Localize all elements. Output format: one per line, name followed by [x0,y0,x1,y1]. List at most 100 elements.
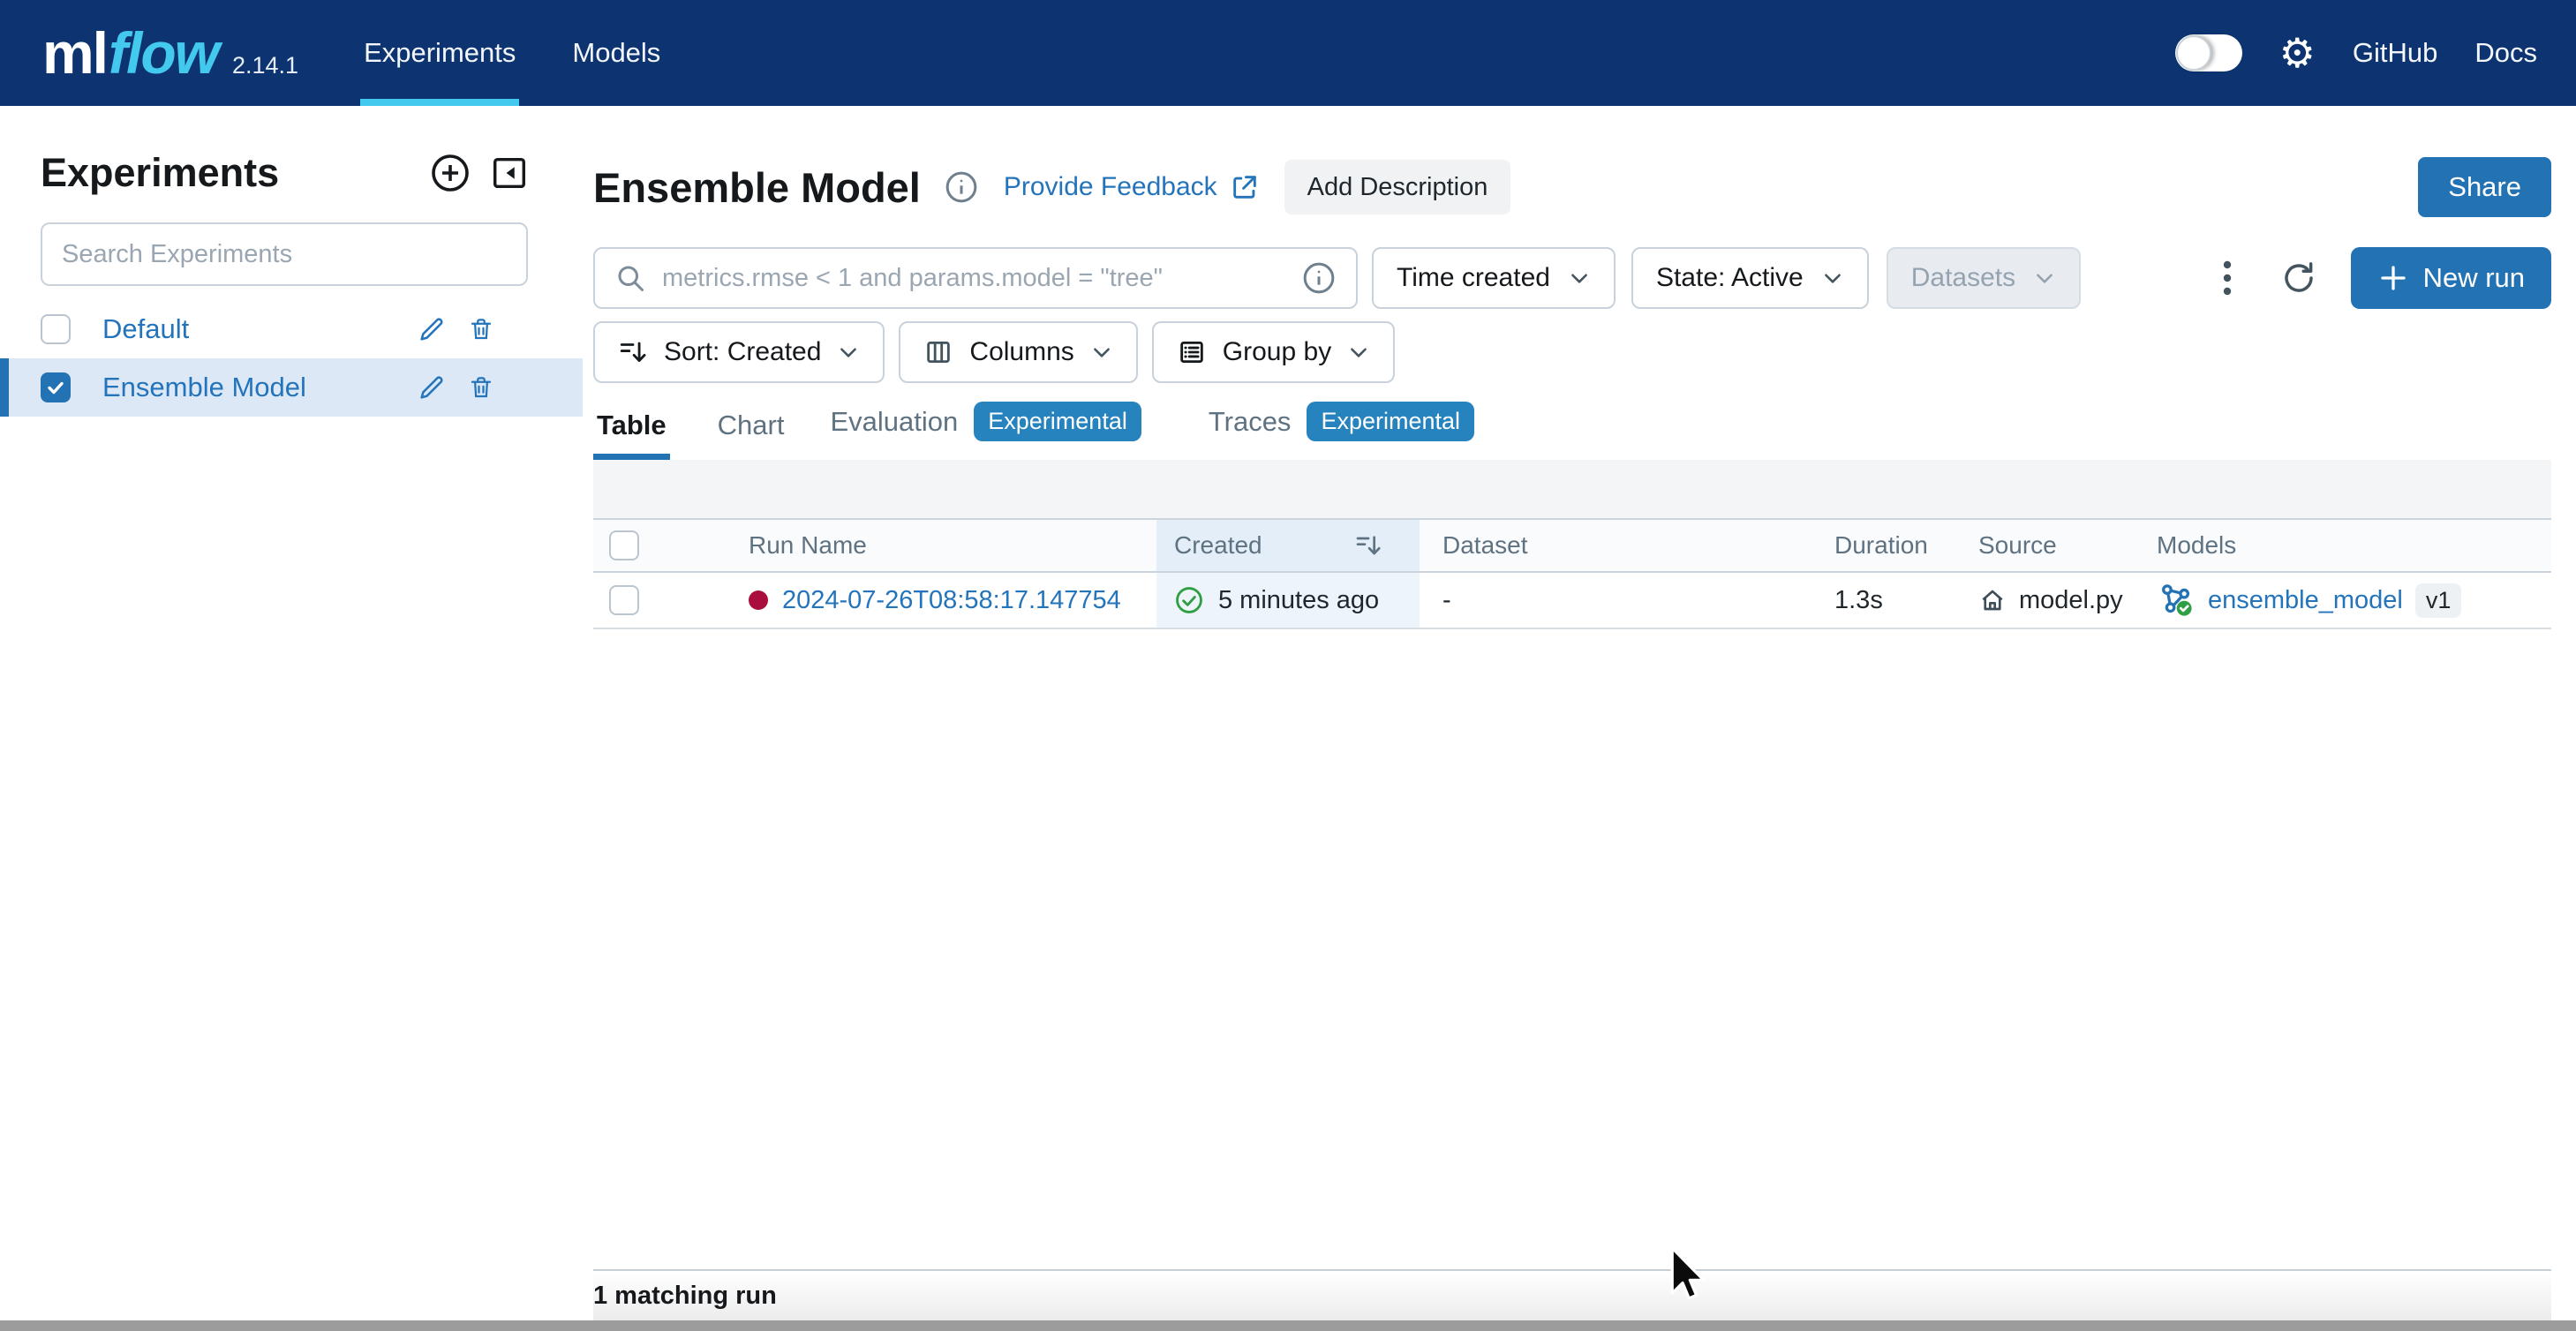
run-checkbox[interactable] [609,585,639,615]
sort-label: Sort: Created [664,337,821,367]
experiment-page: Ensemble Model Provide Feedback Add Desc… [583,106,2576,1320]
experiment-checkbox[interactable] [41,372,71,402]
new-run-label: New run [2423,262,2525,294]
top-navbar: mlflow 2.14.1 Experiments Models ⚙ GitHu… [0,0,2576,106]
datasets-label: Datasets [1911,263,2015,293]
github-link[interactable]: GitHub [2353,37,2437,69]
view-tabs: Table Chart Evaluation Experimental Trac… [593,402,2551,460]
theme-toggle-knob [2176,35,2211,71]
mlflow-logo[interactable]: mlflow 2.14.1 [42,19,298,86]
run-created-time: 5 minutes ago [1218,586,1379,615]
run-duration: 1.3s [1815,573,1952,628]
collapse-sidebar-icon [489,153,530,193]
chevron-down-icon [837,341,860,364]
columns-dropdown[interactable]: Columns [899,321,1137,383]
delete-experiment-button[interactable] [468,315,494,343]
experiment-checkbox[interactable] [41,314,71,344]
tab-evaluation[interactable]: Evaluation Experimental [826,402,1144,460]
sort-descending-icon [618,337,648,367]
pencil-icon [417,314,447,344]
time-created-label: Time created [1397,263,1550,293]
nav-tab-experiments[interactable]: Experiments [360,0,519,106]
sidebar-title: Experiments [41,150,411,196]
runs-toolbar-strip [593,460,2551,518]
page-title: Ensemble Model [593,163,921,212]
column-header-created[interactable]: Created [1156,520,1420,571]
select-all-checkbox[interactable] [609,530,639,560]
edit-experiment-button[interactable] [417,314,447,344]
time-created-dropdown[interactable]: Time created [1372,247,1616,309]
navbar-tabs: Experiments Models [360,0,713,106]
column-header-run-name[interactable]: Run Name [671,520,1156,571]
new-run-button[interactable]: New run [2351,247,2551,309]
experiment-item-default[interactable]: Default [0,300,583,358]
collapse-sidebar-button[interactable] [489,153,530,193]
search-experiments-input[interactable] [41,222,528,286]
refresh-runs-button[interactable] [2280,259,2317,297]
add-description-button[interactable]: Add Description [1284,160,1511,214]
group-by-label: Group by [1223,337,1331,367]
group-by-dropdown[interactable]: Group by [1152,321,1395,383]
logo-flow-text: flow [109,19,218,86]
runs-table-header: Run Name Created Dataset Duration Source… [593,518,2551,573]
column-header-dataset[interactable]: Dataset [1420,520,1815,571]
sort-dropdown[interactable]: Sort: Created [593,321,885,383]
provide-feedback-link[interactable]: Provide Feedback [1004,172,1260,202]
experiment-link[interactable]: Ensemble Model [102,372,417,403]
matching-runs-footer: 1 matching run [593,1269,2551,1320]
docs-link[interactable]: Docs [2474,37,2537,69]
experiment-item-ensemble-model[interactable]: Ensemble Model [0,358,583,417]
plus-circle-icon [429,152,471,194]
pencil-icon [417,372,447,402]
columns-label: Columns [969,337,1073,367]
nav-tab-models[interactable]: Models [569,0,664,106]
column-header-models[interactable]: Models [2137,520,2551,571]
column-header-source[interactable]: Source [1952,520,2137,571]
chevron-down-icon [1347,341,1370,364]
matching-runs-count: 1 matching run [593,1282,777,1311]
plus-icon [2377,262,2409,294]
chevron-down-icon [1821,267,1844,290]
datasets-dropdown[interactable]: Datasets [1887,247,2081,309]
columns-icon [923,337,953,367]
kebab-menu-icon [2220,257,2234,299]
experimental-badge: Experimental [974,402,1141,441]
trash-icon [468,373,494,402]
tab-table[interactable]: Table [593,410,670,460]
state-dropdown[interactable]: State: Active [1631,247,1869,309]
gear-icon[interactable]: ⚙ [2279,33,2316,73]
group-by-icon [1177,337,1207,367]
refresh-icon [2280,259,2317,297]
theme-toggle[interactable] [2175,34,2242,71]
more-options-button[interactable] [2220,257,2234,299]
model-graph-icon [2157,581,2196,620]
column-header-duration[interactable]: Duration [1815,520,1952,571]
share-button[interactable]: Share [2418,157,2551,217]
search-syntax-info-icon[interactable] [1301,260,1337,296]
registered-model-link[interactable]: ensemble_model [2208,586,2403,615]
sort-descending-icon [1354,531,1382,560]
add-experiment-button[interactable] [429,152,471,194]
chevron-down-icon [1568,267,1591,290]
chevron-down-icon [2033,267,2056,290]
experimental-badge: Experimental [1307,402,1474,441]
horizontal-scrollbar[interactable] [0,1320,2576,1331]
run-search-input[interactable] [660,263,1287,294]
experiments-sidebar: Experiments Default [0,106,583,1320]
trash-icon [468,315,494,343]
run-status-dot [749,590,768,610]
edit-experiment-button[interactable] [417,372,447,402]
search-icon [614,262,646,294]
tab-traces[interactable]: Traces Experimental [1205,402,1478,460]
experiment-info-button[interactable] [944,169,979,205]
run-search-box [593,247,1358,309]
info-icon [944,169,979,205]
run-source: model.py [2019,586,2123,615]
tab-chart[interactable]: Chart [714,410,788,460]
experiment-link[interactable]: Default [102,313,417,345]
check-icon [45,377,66,398]
delete-experiment-button[interactable] [468,373,494,402]
run-name-link[interactable]: 2024-07-26T08:58:17.147754 [782,586,1121,615]
experiments-list: Default Ensemble Model [0,300,583,417]
model-version-badge: v1 [2415,583,2462,618]
